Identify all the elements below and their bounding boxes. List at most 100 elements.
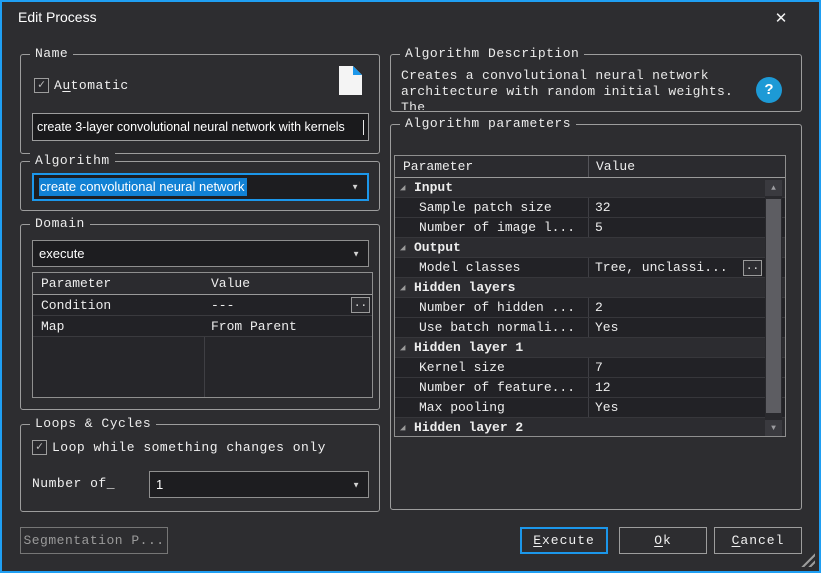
text-caret [363, 120, 365, 135]
number-of-combo[interactable]: 1 ▼ [149, 471, 369, 498]
parameter-name: Use batch normali... [395, 318, 589, 337]
parameter-name: Kernel size [395, 358, 589, 377]
execute-button[interactable]: Execute [520, 527, 608, 554]
parameters-table: Parameter Value ◢InputSample patch size3… [394, 155, 786, 437]
table-row[interactable]: Sample patch size32 [395, 198, 785, 218]
vertical-scrollbar[interactable]: ▲ ▼ [765, 180, 782, 436]
algorithm-parameters-group: Algorithm parameters Parameter Value ◢In… [390, 124, 802, 510]
column-header-parameter: Parameter [33, 276, 204, 291]
loop-while-checkbox-label: Loop while something changes only [52, 440, 326, 455]
parameter-group-label: Hidden layers [411, 280, 515, 295]
checkbox-check-icon: ✓ [36, 440, 43, 454]
parameter-group-label: Hidden layer 2 [411, 420, 523, 435]
description-line: architecture with random initial weights… [401, 84, 763, 110]
dialog-title: Edit Process [18, 9, 97, 25]
loop-while-checkbox[interactable]: ✓ [32, 440, 47, 455]
parameter-name: Model classes [395, 258, 589, 277]
parameter-name: Sample patch size [395, 198, 589, 217]
parameter-group-label: Hidden layer 1 [411, 340, 523, 355]
parameter-name: Map [33, 319, 204, 334]
parameters-table-body: ◢InputSample patch size32Number of image… [395, 178, 785, 437]
domain-combo[interactable]: execute ▼ [32, 240, 369, 267]
parameters-group-legend: Algorithm parameters [400, 116, 576, 131]
algorithm-combo[interactable]: create convolutional neural network ▼ [32, 173, 369, 201]
name-group-legend: Name [30, 46, 73, 61]
tree-group-row[interactable]: ◢Hidden layer 2 [395, 418, 785, 437]
column-header-value: Value [589, 159, 785, 174]
close-icon[interactable]: ✕ [768, 7, 794, 31]
description-text: Creates a convolutional neural networkar… [401, 68, 763, 110]
algorithm-group: Algorithm create convolutional neural ne… [20, 161, 380, 211]
number-of-combo-value: 1 [156, 477, 163, 492]
parameter-value: Tree, unclassi... [589, 260, 728, 275]
table-row[interactable]: Model classesTree, unclassi..... [395, 258, 785, 278]
column-header-parameter: Parameter [395, 156, 589, 177]
parameter-name: Number of hidden ... [395, 298, 589, 317]
parameter-name: Number of feature... [395, 378, 589, 397]
edit-process-dialog: Edit Process ✕ Name ✓ Automatic create 3… [0, 0, 821, 573]
document-fold [353, 66, 362, 75]
table-row[interactable]: Number of feature...12 [395, 378, 785, 398]
automatic-checkbox-label: Automatic [54, 78, 129, 93]
segmentation-button[interactable]: Segmentation P... [20, 527, 168, 554]
parameters-table-header: Parameter Value [395, 156, 785, 178]
cancel-button[interactable]: Cancel [714, 527, 802, 554]
parameter-value: 5 [589, 220, 603, 235]
chevron-down-icon[interactable]: ▼ [351, 183, 359, 192]
ok-button[interactable]: Ok [619, 527, 707, 554]
name-input[interactable]: create 3-layer convolutional neural netw… [32, 113, 369, 141]
checkbox-check-icon: ✓ [38, 78, 45, 92]
parameter-value: 12 [589, 380, 611, 395]
parameter-value: Yes [589, 320, 618, 335]
table-row[interactable]: Use batch normali...Yes [395, 318, 785, 338]
tree-expand-icon[interactable]: ◢ [395, 343, 411, 353]
domain-table: Parameter Value Condition---..MapFrom Pa… [32, 272, 373, 398]
ellipsis-button[interactable]: .. [743, 260, 762, 276]
scroll-down-icon[interactable]: ▼ [765, 420, 782, 436]
title-bar: Edit Process ✕ [2, 2, 819, 32]
tree-group-row[interactable]: ◢Hidden layers [395, 278, 785, 298]
parameter-group-label: Input [411, 180, 453, 195]
chevron-down-icon[interactable]: ▼ [352, 480, 360, 489]
chevron-down-icon[interactable]: ▼ [352, 249, 360, 258]
table-row[interactable]: Number of hidden ...2 [395, 298, 785, 318]
scroll-up-icon[interactable]: ▲ [765, 180, 782, 196]
algorithm-combo-value: create convolutional neural network [39, 178, 247, 196]
domain-combo-value: execute [39, 246, 85, 261]
tree-group-row[interactable]: ◢Hidden layer 1 [395, 338, 785, 358]
name-input-value: create 3-layer convolutional neural netw… [37, 120, 362, 134]
parameter-name: Number of image l... [395, 218, 589, 237]
table-row[interactable]: Max poolingYes [395, 398, 785, 418]
loops-group-legend: Loops & Cycles [30, 416, 156, 431]
table-row[interactable]: Number of image l...5 [395, 218, 785, 238]
tree-expand-icon[interactable]: ◢ [395, 423, 411, 433]
tree-expand-icon[interactable]: ◢ [395, 243, 411, 253]
ellipsis-button[interactable]: .. [351, 297, 370, 313]
number-of-label: Number of_ [32, 476, 115, 491]
domain-group-legend: Domain [30, 216, 90, 231]
domain-group: Domain execute ▼ Parameter Value Conditi… [20, 224, 380, 410]
parameter-value: Yes [589, 400, 618, 415]
parameter-value: --- [204, 298, 372, 313]
table-row[interactable]: Kernel size7 [395, 358, 785, 378]
document-icon[interactable] [339, 66, 362, 95]
name-group: Name ✓ Automatic create 3-layer convolut… [20, 54, 380, 154]
table-row[interactable]: MapFrom Parent [33, 316, 372, 337]
parameter-value: 7 [589, 360, 603, 375]
parameter-name: Max pooling [395, 398, 589, 417]
domain-table-header: Parameter Value [33, 273, 372, 295]
loops-cycles-group: Loops & Cycles ✓ Loop while something ch… [20, 424, 380, 512]
domain-table-body: Condition---..MapFrom Parent [33, 295, 372, 337]
tree-expand-icon[interactable]: ◢ [395, 183, 411, 193]
table-row[interactable]: Condition---.. [33, 295, 372, 316]
column-header-value: Value [204, 276, 372, 291]
parameter-value: From Parent [204, 319, 372, 334]
tree-group-row[interactable]: ◢Input [395, 178, 785, 198]
tree-expand-icon[interactable]: ◢ [395, 283, 411, 293]
help-icon[interactable]: ? [756, 77, 782, 103]
parameter-group-label: Output [411, 240, 461, 255]
description-group-legend: Algorithm Description [400, 46, 584, 61]
scrollbar-thumb[interactable] [766, 199, 781, 413]
automatic-checkbox[interactable]: ✓ [34, 78, 49, 93]
tree-group-row[interactable]: ◢Output [395, 238, 785, 258]
